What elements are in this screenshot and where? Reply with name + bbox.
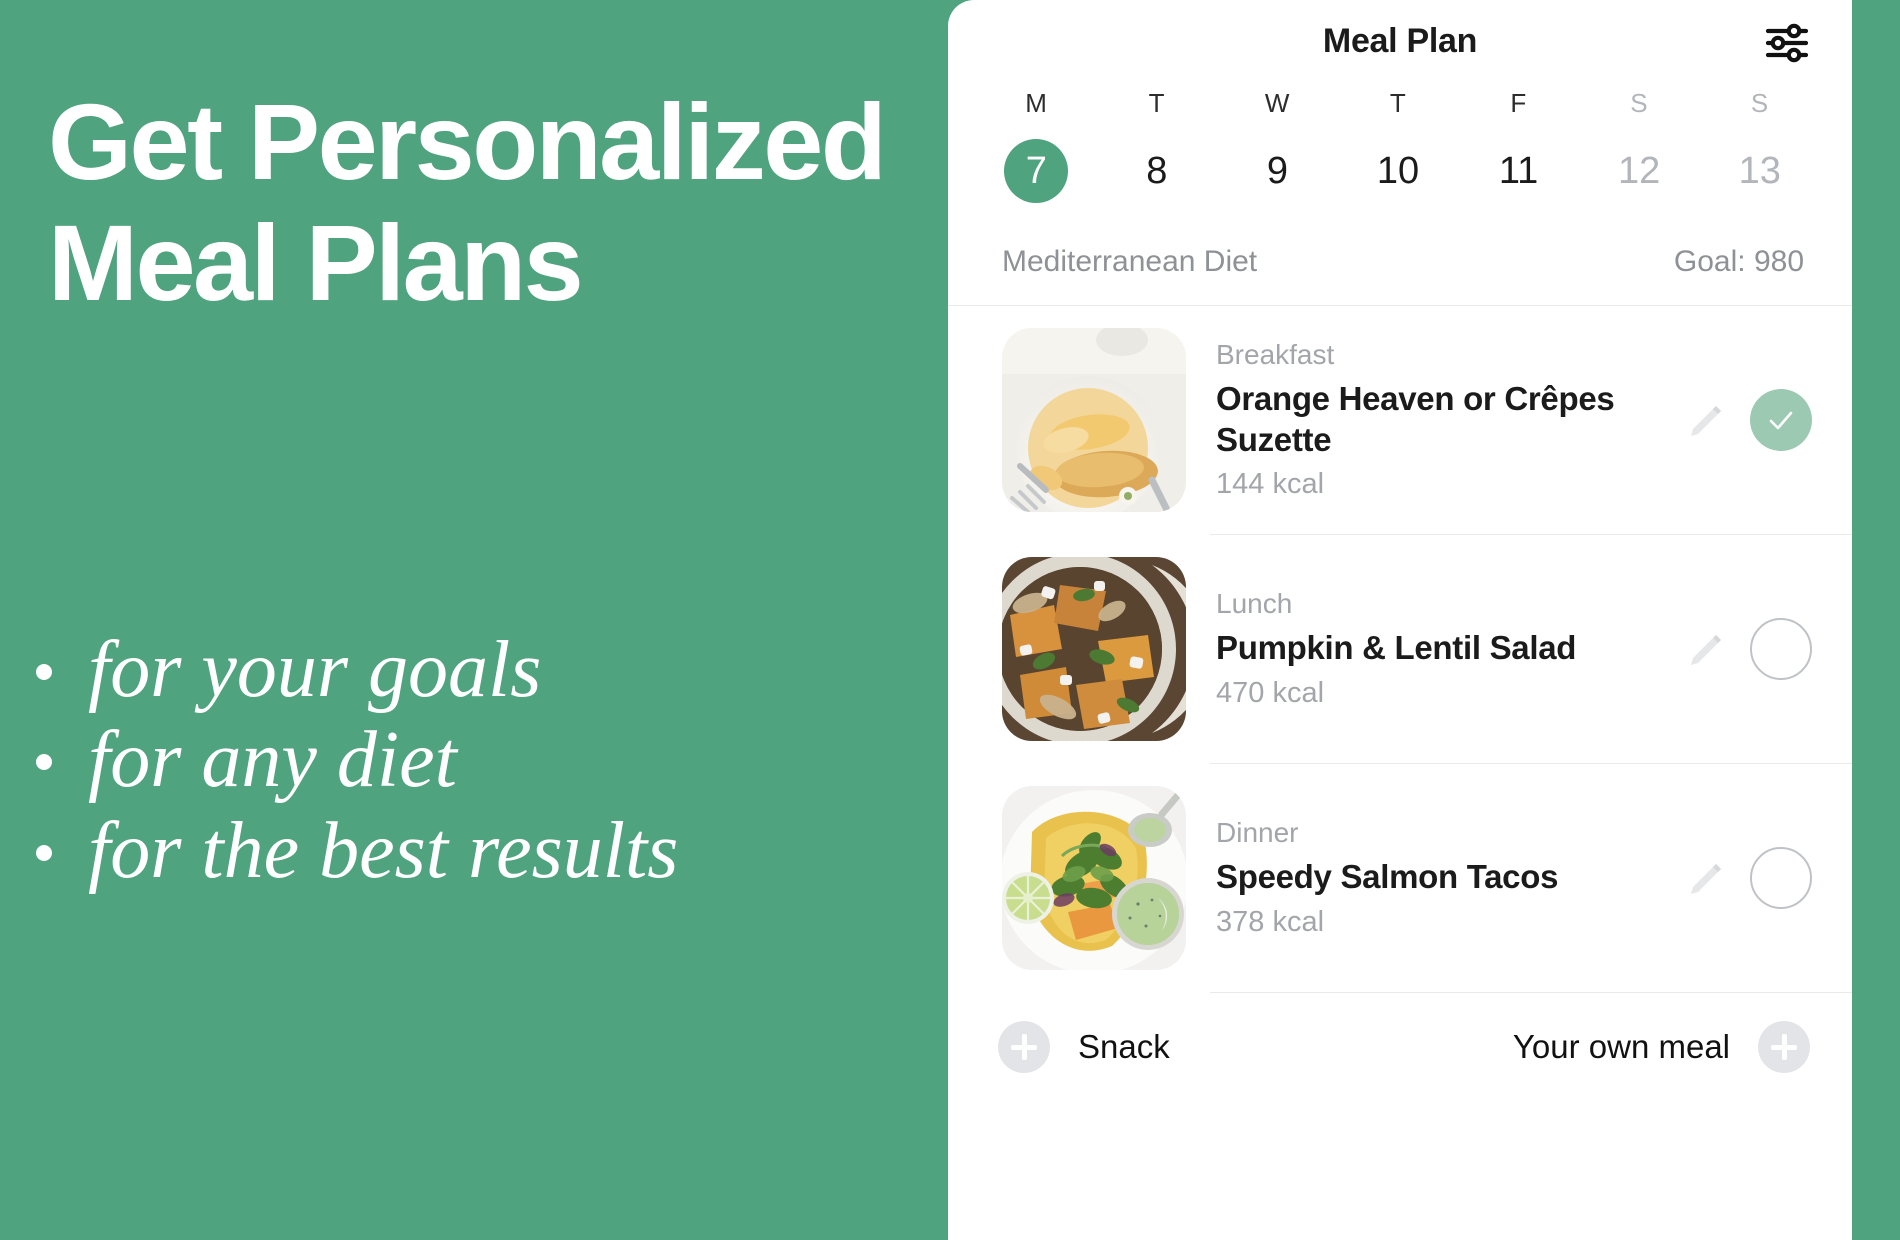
week-strip: M 7 T 8 W 9 T 10 F 11 S 12 S 13 xyxy=(948,88,1852,203)
meal-calories-label: 378 kcal xyxy=(1216,905,1325,938)
day-of-week-label: S xyxy=(1750,88,1769,118)
meal-actions xyxy=(1672,847,1812,909)
app-header: Meal Plan xyxy=(948,0,1852,88)
meal-info: Lunch Pumpkin & Lentil Salad 470 kcal xyxy=(1186,588,1672,709)
plus-icon xyxy=(998,1021,1050,1073)
sliders-icon[interactable] xyxy=(1764,22,1810,64)
meal-info: Dinner Speedy Salmon Tacos 378 kcal xyxy=(1186,817,1672,938)
meal-name-label: Orange Heaven or Crêpes Suzette xyxy=(1216,380,1615,458)
meal-calories-label: 470 kcal xyxy=(1216,676,1325,709)
day-of-week-label: W xyxy=(1264,88,1290,118)
plus-icon xyxy=(1758,1021,1810,1073)
empty-circle-icon[interactable] xyxy=(1750,847,1812,909)
diet-name: Mediterranean Diet xyxy=(1002,245,1258,278)
day-cell-sun[interactable]: S 13 xyxy=(1699,88,1820,203)
meal-name-label: Speedy Salmon Tacos xyxy=(1216,858,1559,896)
meal-calories-label: 144 kcal xyxy=(1216,467,1325,500)
add-snack-label: Snack xyxy=(1078,1028,1170,1065)
meal-actions xyxy=(1672,618,1812,680)
benefit-label: for the best results xyxy=(88,806,679,895)
day-number: 13 xyxy=(1738,150,1781,192)
bullet-dot-icon xyxy=(36,844,52,861)
day-cell-tue[interactable]: T 8 xyxy=(1097,88,1218,203)
day-cell-wed[interactable]: W 9 xyxy=(1217,88,1338,203)
calorie-goal: Goal: 980 xyxy=(1673,245,1804,278)
meal-info: Breakfast Orange Heaven or Crêpes Suzett… xyxy=(1186,339,1672,501)
day-number: 11 xyxy=(1498,150,1539,192)
pumpkin-lentil-salad-photo xyxy=(1002,557,1186,741)
bullet-dot-icon xyxy=(36,754,52,771)
day-cell-mon[interactable]: M 7 xyxy=(976,88,1097,203)
meal-type-label: Dinner xyxy=(1216,817,1299,849)
list-item: for the best results xyxy=(36,806,936,896)
meal-name-label: Pumpkin & Lentil Salad xyxy=(1216,629,1577,667)
day-of-week-label: S xyxy=(1630,88,1649,118)
add-snack-button[interactable]: Snack xyxy=(998,1021,1170,1073)
day-of-week-label: M xyxy=(1025,88,1048,118)
empty-circle-icon[interactable] xyxy=(1750,618,1812,680)
day-of-week-label: T xyxy=(1389,88,1407,118)
promo-poster: Get Personalized Meal Plans for your goa… xyxy=(0,0,1900,1240)
benefit-label: for any diet xyxy=(88,716,457,805)
promo-benefit-list: for your goals for any diet for the best… xyxy=(36,625,936,896)
bullet-dot-icon xyxy=(36,664,52,680)
pencil-icon[interactable] xyxy=(1682,626,1728,672)
list-item: for your goals xyxy=(36,625,936,715)
day-number: 7 xyxy=(1004,139,1069,203)
list-item: for any diet xyxy=(36,715,936,805)
bottom-action-bar: Snack Your own meal xyxy=(948,993,1852,1101)
meal-row-lunch[interactable]: Lunch Pumpkin & Lentil Salad 470 kcal xyxy=(948,535,1852,763)
promo-panel: Get Personalized Meal Plans for your goa… xyxy=(0,0,948,1240)
day-cell-thu[interactable]: T 10 xyxy=(1338,88,1459,203)
day-cell-sat[interactable]: S 12 xyxy=(1579,88,1700,203)
day-number: 8 xyxy=(1146,150,1168,192)
add-own-meal-button[interactable]: Your own meal xyxy=(1513,1021,1810,1073)
benefit-label: for your goals xyxy=(88,626,542,714)
crepes-suzette-photo xyxy=(1002,328,1186,512)
page-title: Meal Plan xyxy=(1322,22,1478,60)
day-number: 10 xyxy=(1376,150,1420,192)
meal-type-label: Breakfast xyxy=(1216,339,1335,371)
day-number: 9 xyxy=(1266,150,1288,192)
meal-row-dinner[interactable]: Dinner Speedy Salmon Tacos 378 kcal xyxy=(948,764,1852,992)
meal-row-breakfast[interactable]: Breakfast Orange Heaven or Crêpes Suzett… xyxy=(948,306,1852,534)
salmon-tacos-photo xyxy=(1002,786,1186,970)
day-cell-fri[interactable]: F 11 xyxy=(1458,88,1579,203)
pencil-icon[interactable] xyxy=(1682,855,1728,901)
meal-actions xyxy=(1672,389,1812,451)
day-number: 12 xyxy=(1618,150,1661,192)
pencil-icon[interactable] xyxy=(1682,397,1728,443)
check-icon[interactable] xyxy=(1750,389,1812,451)
day-of-week-label: T xyxy=(1148,88,1166,118)
diet-summary-row[interactable]: Mediterranean Diet Goal: 980 xyxy=(948,203,1852,305)
promo-headline: Get Personalized Meal Plans xyxy=(48,81,887,323)
meal-type-label: Lunch xyxy=(1216,588,1293,620)
meal-plan-app-screen: Meal Plan M 7 T 8 W 9 T 10 F 11 S 12 S 1… xyxy=(948,0,1852,1240)
add-own-meal-label: Your own meal xyxy=(1512,1028,1730,1065)
day-of-week-label: F xyxy=(1510,88,1527,118)
